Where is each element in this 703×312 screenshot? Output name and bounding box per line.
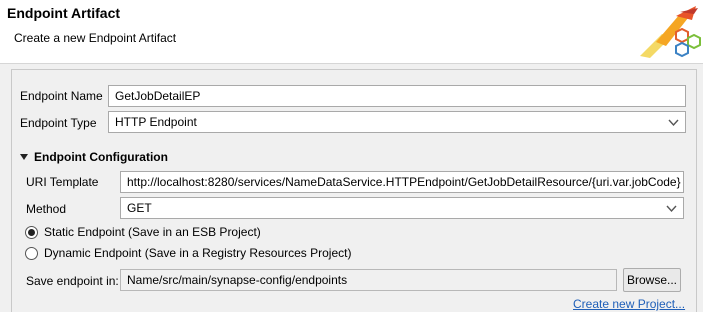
- static-endpoint-label: Static Endpoint (Save in an ESB Project): [44, 225, 261, 239]
- save-endpoint-path-field[interactable]: Name/src/main/synapse-config/endpoints: [120, 269, 617, 291]
- static-endpoint-option[interactable]: Static Endpoint (Save in an ESB Project): [25, 225, 261, 239]
- endpoint-name-label: Endpoint Name: [20, 89, 103, 103]
- endpoint-name-input[interactable]: GetJobDetailEP: [108, 85, 686, 107]
- endpoint-configuration-toggle[interactable]: Endpoint Configuration: [20, 150, 168, 164]
- uri-template-input[interactable]: http://localhost:8280/services/NameDataS…: [120, 171, 684, 193]
- save-endpoint-label: Save endpoint in:: [26, 274, 119, 288]
- dynamic-endpoint-radio[interactable]: [25, 246, 38, 260]
- header-divider: [0, 63, 703, 64]
- endpoint-type-select[interactable]: HTTP Endpoint: [108, 111, 686, 133]
- method-label: Method: [26, 202, 67, 216]
- chevron-down-icon: [668, 119, 679, 127]
- method-select[interactable]: GET: [120, 197, 684, 219]
- dynamic-endpoint-option[interactable]: Dynamic Endpoint (Save in a Registry Res…: [25, 246, 351, 260]
- endpoint-type-value: HTTP Endpoint: [115, 115, 197, 129]
- wizard-banner-icon: [640, 6, 701, 58]
- wizard-title: Endpoint Artifact: [7, 5, 121, 21]
- wizard-header: Endpoint Artifact Create a new Endpoint …: [0, 0, 703, 63]
- expand-triangle-icon: [20, 154, 28, 160]
- wizard-subtitle: Create a new Endpoint Artifact: [14, 31, 177, 45]
- static-endpoint-radio[interactable]: [25, 225, 38, 239]
- section-label: Endpoint Configuration: [34, 150, 168, 164]
- uri-template-label: URI Template: [26, 175, 99, 189]
- browse-button[interactable]: Browse...: [623, 268, 681, 292]
- chevron-down-icon: [666, 205, 677, 213]
- method-value: GET: [127, 201, 152, 215]
- create-new-project-link[interactable]: Create new Project...: [573, 297, 685, 311]
- endpoint-type-label: Endpoint Type: [20, 116, 97, 130]
- dynamic-endpoint-label: Dynamic Endpoint (Save in a Registry Res…: [44, 246, 352, 260]
